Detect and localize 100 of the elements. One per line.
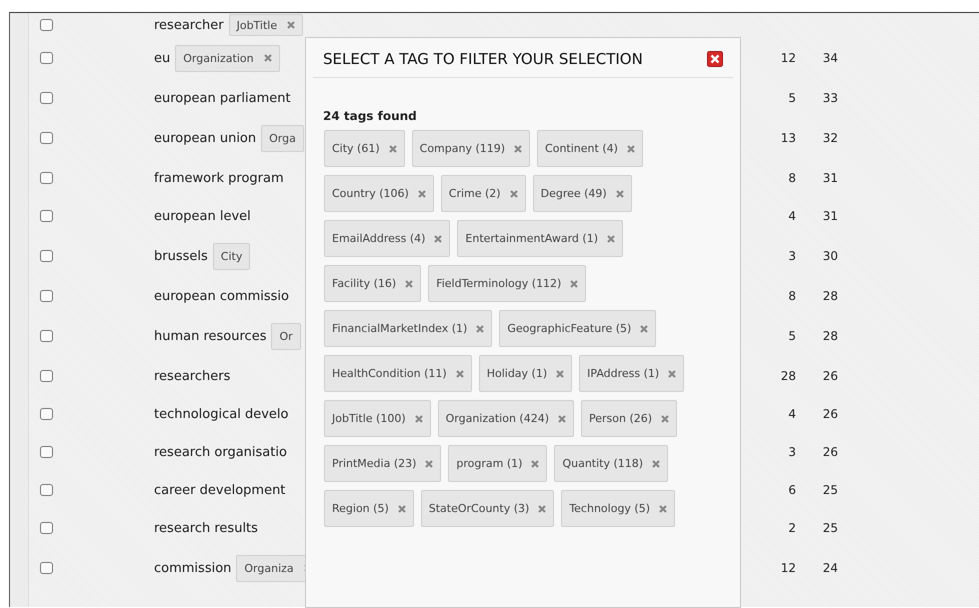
row-checkbox[interactable] bbox=[40, 446, 53, 458]
remove-icon[interactable] bbox=[414, 414, 423, 422]
close-icon[interactable] bbox=[707, 51, 723, 67]
tag-chip[interactable]: City bbox=[212, 242, 250, 270]
tag-chip[interactable]: Crime (2) bbox=[440, 175, 526, 212]
count-cell-text: 26 bbox=[822, 445, 838, 459]
remove-icon[interactable] bbox=[556, 370, 564, 378]
count-cell-text: 3 bbox=[787, 445, 796, 459]
count-cell-text: 12 bbox=[780, 561, 796, 575]
tag-chip[interactable]: IPAddress (1) bbox=[579, 355, 684, 392]
tag-chip[interactable]: Orga bbox=[261, 124, 304, 152]
remove-icon[interactable] bbox=[398, 504, 406, 512]
remove-icon[interactable] bbox=[659, 504, 668, 512]
row-checkbox[interactable] bbox=[40, 132, 53, 144]
tag-chip[interactable]: StateOrCounty (3) bbox=[420, 490, 554, 527]
tag-count-label: 24 tags found bbox=[323, 109, 418, 123]
remove-icon[interactable] bbox=[570, 280, 578, 288]
row-checkbox[interactable] bbox=[40, 92, 53, 104]
remove-icon[interactable] bbox=[456, 370, 464, 378]
count-cell-text: 32 bbox=[822, 131, 838, 145]
count-cell-text: 6 bbox=[787, 483, 796, 497]
remove-icon[interactable] bbox=[434, 234, 442, 242]
row-checkbox[interactable] bbox=[40, 52, 53, 64]
tag-chip[interactable]: Quantity (118) bbox=[554, 445, 668, 482]
term-label: european union bbox=[154, 130, 256, 146]
count-cell-text: 3 bbox=[787, 249, 796, 263]
tag-chip[interactable]: FieldTerminology (112) bbox=[428, 265, 586, 302]
remove-icon[interactable] bbox=[405, 280, 414, 288]
tag-chip[interactable]: JobTitle (100) bbox=[324, 400, 431, 437]
tag-chip[interactable]: HealthCondition (11) bbox=[324, 355, 472, 392]
tag-chip[interactable]: EmailAddress (4) bbox=[324, 220, 450, 257]
remove-icon[interactable] bbox=[607, 234, 615, 242]
count-cell-text: 5 bbox=[787, 329, 796, 343]
term-label: brussels bbox=[154, 248, 208, 264]
count-cell-text: 26 bbox=[822, 407, 838, 421]
remove-icon[interactable] bbox=[425, 460, 434, 468]
tag-chip[interactable]: Organization (424) bbox=[438, 400, 574, 437]
term-label: european parliament bbox=[154, 90, 291, 106]
remove-icon[interactable] bbox=[264, 54, 272, 62]
term-label: human resources bbox=[154, 328, 266, 344]
term-label: european commissio bbox=[154, 288, 289, 304]
remove-icon[interactable] bbox=[640, 324, 648, 332]
row-checkbox[interactable] bbox=[40, 562, 53, 574]
remove-icon[interactable] bbox=[388, 144, 397, 152]
term-label: framework program bbox=[154, 170, 284, 186]
tag-chip[interactable]: EntertainmentAward (1) bbox=[457, 220, 623, 257]
tag-chip[interactable]: PrintMedia (23) bbox=[324, 445, 442, 482]
remove-icon[interactable] bbox=[661, 414, 670, 422]
tag-chip[interactable]: FinancialMarketIndex (1) bbox=[324, 310, 492, 347]
count-cell-text: 2 bbox=[787, 521, 796, 535]
remove-icon[interactable] bbox=[476, 324, 484, 332]
remove-icon[interactable] bbox=[652, 460, 660, 468]
tag-chip[interactable]: Continent (4) bbox=[537, 130, 643, 167]
term-label: commission bbox=[154, 560, 232, 576]
term-label: career development bbox=[154, 482, 286, 498]
remove-icon[interactable] bbox=[626, 144, 635, 152]
remove-icon[interactable] bbox=[287, 21, 296, 29]
count-cell-text: 26 bbox=[822, 369, 838, 383]
tag-chip[interactable]: Region (5) bbox=[324, 490, 414, 527]
count-cell-text: 13 bbox=[780, 131, 796, 145]
remove-icon[interactable] bbox=[514, 144, 522, 152]
tag-chip[interactable]: GeographicFeature (5) bbox=[499, 310, 656, 347]
row-checkbox[interactable] bbox=[40, 522, 53, 534]
tag-chip[interactable]: City (61) bbox=[324, 130, 405, 167]
tag-chip[interactable]: Company (119) bbox=[412, 130, 530, 167]
remove-icon[interactable] bbox=[418, 190, 426, 198]
remove-icon[interactable] bbox=[558, 414, 566, 422]
remove-icon[interactable] bbox=[510, 190, 518, 198]
remove-icon[interactable] bbox=[668, 370, 676, 378]
tag-chip[interactable]: Degree (49) bbox=[532, 175, 632, 212]
remove-icon[interactable] bbox=[531, 460, 540, 468]
count-cell-text: 8 bbox=[787, 289, 796, 303]
row-checkbox[interactable] bbox=[40, 210, 53, 222]
count-cell-text: 28 bbox=[822, 329, 838, 343]
row-checkbox[interactable] bbox=[40, 484, 53, 496]
row-checkbox[interactable] bbox=[40, 408, 53, 420]
count-cell-text: 30 bbox=[822, 249, 838, 263]
count-cell-text: 34 bbox=[822, 51, 838, 65]
row-checkbox[interactable] bbox=[40, 370, 53, 382]
tag-chip[interactable]: Country (106) bbox=[324, 175, 434, 212]
dialog-title: SELECT A TAG TO FILTER YOUR SELECTION bbox=[323, 50, 643, 68]
tag-chip[interactable]: Technology (5) bbox=[561, 490, 676, 527]
remove-icon[interactable] bbox=[538, 504, 546, 512]
tag-chip[interactable]: Facility (16) bbox=[324, 265, 422, 302]
term-label: technological develo bbox=[154, 406, 288, 422]
term-label: researcher bbox=[154, 18, 224, 32]
row-checkbox[interactable] bbox=[40, 250, 53, 262]
tag-chip[interactable]: Organization bbox=[175, 44, 280, 72]
row-checkbox[interactable] bbox=[40, 19, 53, 31]
tag-chip[interactable]: JobTitle bbox=[228, 14, 304, 36]
row-checkbox[interactable] bbox=[40, 172, 53, 184]
tag-chip[interactable]: Or bbox=[271, 322, 301, 350]
count-cell-text: 33 bbox=[822, 91, 838, 105]
tag-chip[interactable]: program (1) bbox=[448, 445, 548, 482]
remove-icon[interactable] bbox=[616, 190, 624, 198]
tag-chip[interactable]: Person (26) bbox=[581, 400, 678, 437]
count-cell-text: 31 bbox=[822, 171, 838, 185]
tag-chip[interactable]: Holiday (1) bbox=[478, 355, 572, 392]
row-checkbox[interactable] bbox=[40, 290, 53, 302]
row-checkbox[interactable] bbox=[40, 330, 53, 342]
